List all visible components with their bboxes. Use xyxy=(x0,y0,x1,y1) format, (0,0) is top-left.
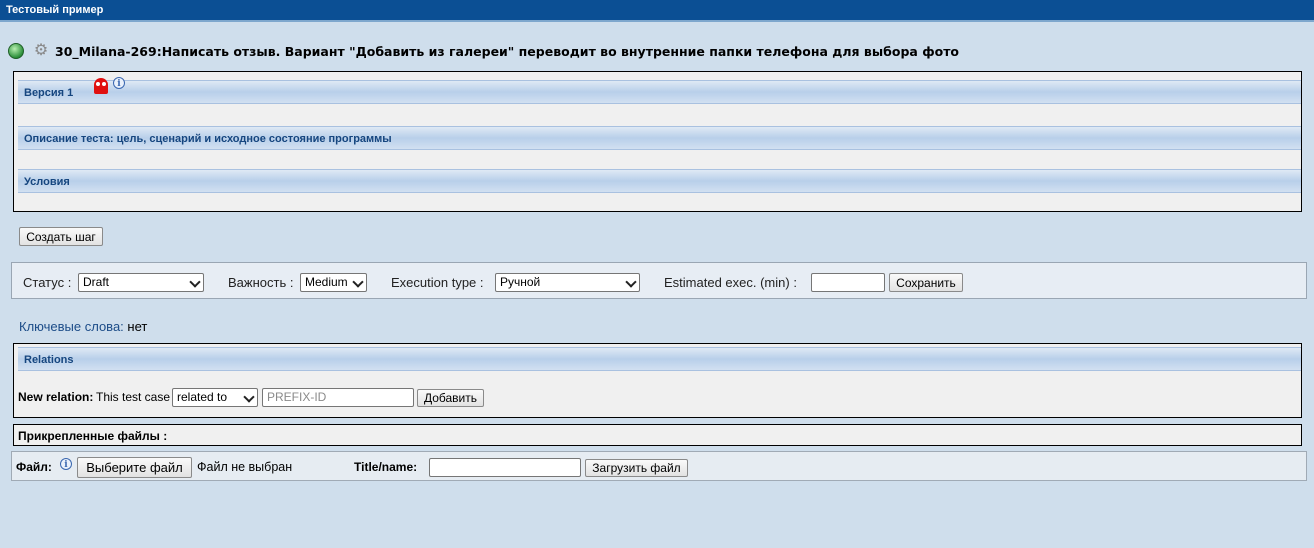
relation-type-select[interactable]: related to xyxy=(172,388,258,407)
no-file-text: Файл не выбран xyxy=(197,460,293,474)
chevron-down-icon xyxy=(189,276,201,288)
importance-value: Medium xyxy=(305,275,348,289)
chevron-down-icon xyxy=(352,276,364,288)
title-name-input[interactable] xyxy=(429,458,581,477)
description-section-bar[interactable]: Описание теста: цель, сценарий и исходно… xyxy=(18,126,1301,150)
relations-section-bar[interactable]: Relations xyxy=(18,347,1301,371)
file-label: Файл: xyxy=(16,460,52,474)
execution-settings-panel: Статус : Draft Важность : Medium Executi… xyxy=(11,262,1307,299)
status-label: Статус : xyxy=(23,275,72,290)
title-name-label: Title/name: xyxy=(354,460,418,474)
save-button[interactable]: Сохранить xyxy=(889,273,963,292)
version-label: Версия 1 xyxy=(24,87,74,99)
status-value: Draft xyxy=(83,275,110,289)
relations-title: Relations xyxy=(24,354,74,366)
globe-icon[interactable] xyxy=(8,43,24,59)
new-relation-label: New relation: xyxy=(18,390,94,404)
this-test-case-label: This test case xyxy=(96,390,171,404)
ghost-icon[interactable] xyxy=(94,78,108,94)
importance-label: Важность : xyxy=(228,275,294,290)
test-case-details-panel: Версия 1 i Описание теста: цель, сценари… xyxy=(13,71,1302,212)
window-titlebar: Тестовый пример xyxy=(0,0,1314,22)
choose-file-button[interactable]: Выберите файл xyxy=(77,457,192,478)
page-title: 30_Milana-269:Написать отзыв. Вариант "Д… xyxy=(55,43,960,59)
info-icon[interactable]: i xyxy=(60,458,72,470)
chevron-down-icon xyxy=(625,276,637,288)
chevron-down-icon xyxy=(243,391,255,403)
relation-type-value: related to xyxy=(177,390,228,404)
version-section-bar[interactable]: Версия 1 i xyxy=(18,77,1301,104)
keywords-row: Ключевые слова: нет xyxy=(19,319,147,334)
relation-id-input[interactable]: PREFIX-ID xyxy=(262,388,414,407)
status-select[interactable]: Draft xyxy=(78,273,204,292)
keywords-value: нет xyxy=(127,319,148,334)
upload-file-button[interactable]: Загрузить файл xyxy=(585,459,688,477)
execution-type-label: Execution type : xyxy=(391,275,484,290)
execution-type-value: Ручной xyxy=(500,275,541,289)
estimated-exec-input[interactable] xyxy=(811,273,885,292)
add-relation-button[interactable]: Добавить xyxy=(417,389,484,407)
description-label: Описание теста: цель, сценарий и исходно… xyxy=(24,133,392,145)
window-title: Тестовый пример xyxy=(6,4,104,16)
keywords-label: Ключевые слова: xyxy=(19,319,124,334)
conditions-label: Условия xyxy=(24,176,70,188)
execution-type-select[interactable]: Ручной xyxy=(495,273,640,292)
attachments-title: Прикрепленные файлы : xyxy=(18,429,168,443)
relations-panel: Relations New relation: This test case r… xyxy=(13,343,1302,418)
file-upload-row: Файл: i Выберите файл Файл не выбран Tit… xyxy=(11,451,1307,481)
create-step-button[interactable]: Создать шаг xyxy=(19,227,103,246)
info-icon[interactable]: i xyxy=(113,77,125,89)
gear-icon[interactable]: ⚙ xyxy=(33,43,49,59)
attachments-header: Прикрепленные файлы : xyxy=(13,424,1302,446)
importance-select[interactable]: Medium xyxy=(300,273,367,292)
conditions-section-bar[interactable]: Условия xyxy=(18,169,1301,193)
estimated-exec-label: Estimated exec. (min) : xyxy=(664,275,797,290)
test-case-header: ⚙ 30_Milana-269:Написать отзыв. Вариант … xyxy=(8,40,959,62)
